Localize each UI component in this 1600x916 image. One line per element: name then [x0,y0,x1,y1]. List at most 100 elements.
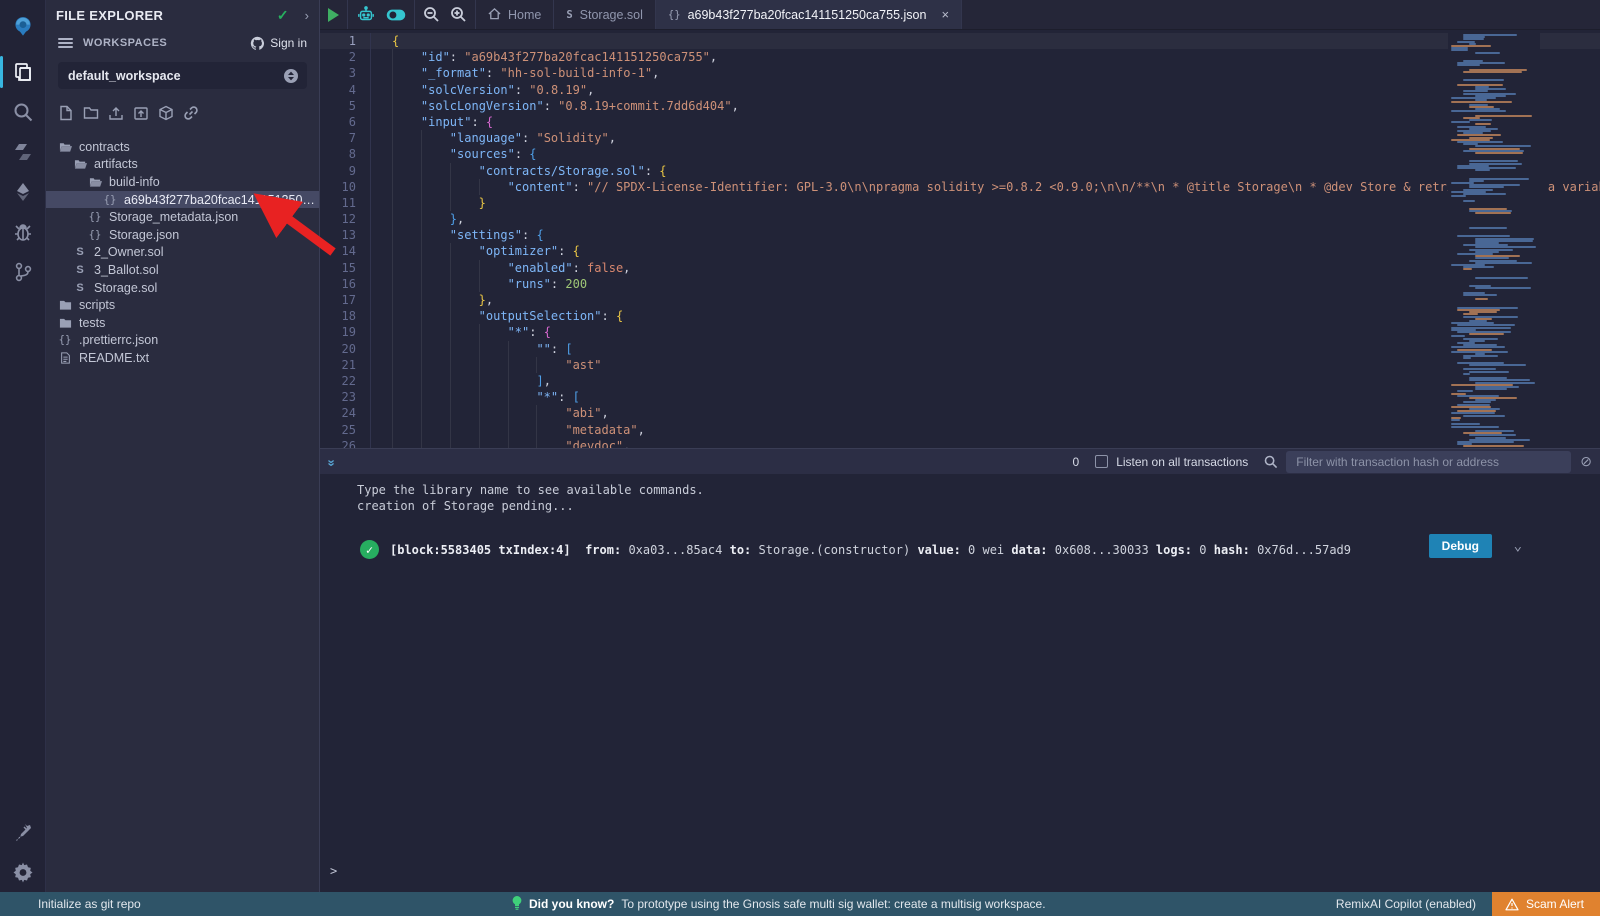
code-line-20[interactable]: 20"": [ [320,341,1600,357]
code-editor[interactable]: 1{2"id": "a69b43f277ba20fcac141151250ca7… [320,30,1600,448]
tree-item-storage-sol[interactable]: SStorage.sol [46,279,319,297]
tree-item-3-ballot-sol[interactable]: S3_Ballot.sol [46,261,319,279]
code-line-11[interactable]: 11} [320,195,1600,211]
tab-storage-sol[interactable]: SStorage.sol [554,0,656,29]
line-number: 6 [320,114,370,130]
tree-item-scripts[interactable]: scripts [46,296,319,314]
transaction-log-row[interactable]: ✓ [block:5583405 txIndex:4] from: 0xa03.… [360,540,1600,559]
code-line-4[interactable]: 4 "solcVersion": "0.8.19", [320,82,1600,98]
code-line-23[interactable]: 23"*": [ [320,389,1600,405]
code-line-6[interactable]: 6"input": { [320,114,1600,130]
settings-icon[interactable] [0,852,46,892]
code-line-8[interactable]: 8"sources": { [320,146,1600,162]
did-you-know-tip: Did you know? To prototype using the Gno… [512,896,1046,913]
listen-all-transactions-label: Listen on all transactions [1116,455,1248,469]
code-line-18[interactable]: 18"outputSelection": { [320,308,1600,324]
code-line-7[interactable]: 7"language": "Solidity", [320,130,1600,146]
code-line-16[interactable]: 16"runs": 200 [320,276,1600,292]
workspace-select[interactable]: default_workspace [58,62,307,89]
link-icon[interactable] [183,105,199,126]
code-line-21[interactable]: 21"ast" [320,357,1600,373]
code-line-17[interactable]: 17}, [320,292,1600,308]
code-text: "*": [ [392,389,580,405]
code-line-22[interactable]: 22], [320,373,1600,389]
tree-item-tests[interactable]: tests [46,314,319,332]
code-line-9[interactable]: 9"contracts/Storage.sol": { [320,163,1600,179]
code-line-15[interactable]: 15"enabled": false, [320,260,1600,276]
github-icon [250,36,265,51]
file-icon [58,352,72,364]
code-line-12[interactable]: 12}, [320,211,1600,227]
line-number: 25 [320,422,370,438]
git-init-status[interactable]: Initialize as git repo [38,897,141,911]
github-sign-in[interactable]: Sign in [250,36,307,51]
search-icon[interactable] [0,92,46,132]
code-text: "enabled": false, [392,260,630,276]
code-line-14[interactable]: 14"optimizer": { [320,243,1600,259]
line-number: 13 [320,227,370,243]
tree-item-build-info[interactable]: build-info [46,173,319,191]
terminal[interactable]: Type the library name to see available c… [320,474,1600,892]
expand-terminal-icon[interactable]: » [325,459,340,463]
code-line-24[interactable]: 24"abi", [320,405,1600,421]
tree-item-storage-metadata-json[interactable]: {}Storage_metadata.json [46,208,319,226]
tab-home[interactable]: Home [476,0,554,29]
tree-item-label: README.txt [79,351,149,365]
code-text: "solcLongVersion": "0.8.19+commit.7dd6d4… [392,98,739,114]
editor-topbar: HomeSStorage.sol{}a69b43f277ba20fcac1411… [320,0,1600,30]
code-text: "solcVersion": "0.8.19", [392,82,594,98]
tree-item-storage-json[interactable]: {}Storage.json [46,226,319,244]
zoom-out-icon[interactable] [423,6,440,23]
zoom-in-icon[interactable] [450,6,467,23]
code-line-26[interactable]: 26"devdoc", [320,438,1600,448]
run-script-icon[interactable] [328,8,339,22]
code-line-19[interactable]: 19"*": { [320,324,1600,340]
file-explorer-icon[interactable] [0,52,46,92]
debug-button[interactable]: Debug [1429,534,1492,558]
code-line-3[interactable]: 3"_format": "hh-sol-build-info-1", [320,65,1600,81]
ai-copilot-toggle[interactable] [386,6,406,24]
plugin-manager-icon[interactable] [0,812,46,852]
git-icon[interactable] [0,252,46,292]
tree-item-artifacts[interactable]: artifacts [46,156,319,174]
clear-console-icon[interactable]: ⊘ [1580,453,1592,470]
tree-item-contracts[interactable]: contracts [46,138,319,156]
new-file-icon[interactable] [58,105,74,126]
code-line-5[interactable]: 5"solcLongVersion": "0.8.19+commit.7dd6d… [320,98,1600,114]
line-number: 4 [320,82,370,98]
scam-alert-badge[interactable]: Scam Alert [1492,892,1600,916]
tree-item-a69b43f277ba20fcac141151250ca7-[interactable]: {}a69b43f277ba20fcac141151250ca7... [46,191,319,209]
close-tab-icon[interactable]: × [941,7,949,22]
code-line-25[interactable]: 25"metadata", [320,422,1600,438]
tab-a69b43f277ba20fcac141151250ca755-json[interactable]: {}a69b43f277ba20fcac141151250ca755.json× [656,0,962,29]
new-folder-icon[interactable] [83,105,99,126]
minimap[interactable] [1448,30,1540,448]
listen-all-transactions-checkbox[interactable] [1095,455,1108,468]
code-line-1[interactable]: 1{ [320,33,1600,49]
code-line-2[interactable]: 2"id": "a69b43f277ba20fcac141151250ca755… [320,49,1600,65]
debugger-icon[interactable] [0,212,46,252]
workspace-selected-value: default_workspace [68,69,283,83]
tree-item-readme-txt[interactable]: README.txt [46,349,319,367]
collapse-panel-icon[interactable]: › [305,8,309,23]
json-icon: {} [103,194,117,206]
upload-folder-icon[interactable] [133,105,149,126]
deploy-and-run-icon[interactable] [0,172,46,212]
ipfs-box-icon[interactable] [158,105,174,126]
transaction-filter-input[interactable] [1286,451,1571,473]
code-text: ], [392,373,551,389]
code-line-13[interactable]: 13"settings": { [320,227,1600,243]
tree-item-2-owner-sol[interactable]: S2_Owner.sol [46,244,319,262]
tree-item--prettierrc-json[interactable]: {}.prettierrc.json [46,332,319,350]
code-text: } [392,195,486,211]
code-line-10[interactable]: 10"content": "// SPDX-License-Identifier… [320,179,1600,195]
copilot-status[interactable]: RemixAI Copilot (enabled) [1336,897,1476,911]
terminal-prompt[interactable]: > [330,864,337,878]
upload-file-icon[interactable] [108,105,124,126]
tree-item-label: .prettierrc.json [79,333,158,347]
ai-assistant-icon[interactable] [356,6,376,24]
workspace-menu-icon[interactable] [58,38,73,48]
expand-tx-details-icon[interactable]: ⌄ [1514,538,1522,554]
tree-item-label: artifacts [94,157,138,171]
solidity-compiler-icon[interactable] [0,132,46,172]
